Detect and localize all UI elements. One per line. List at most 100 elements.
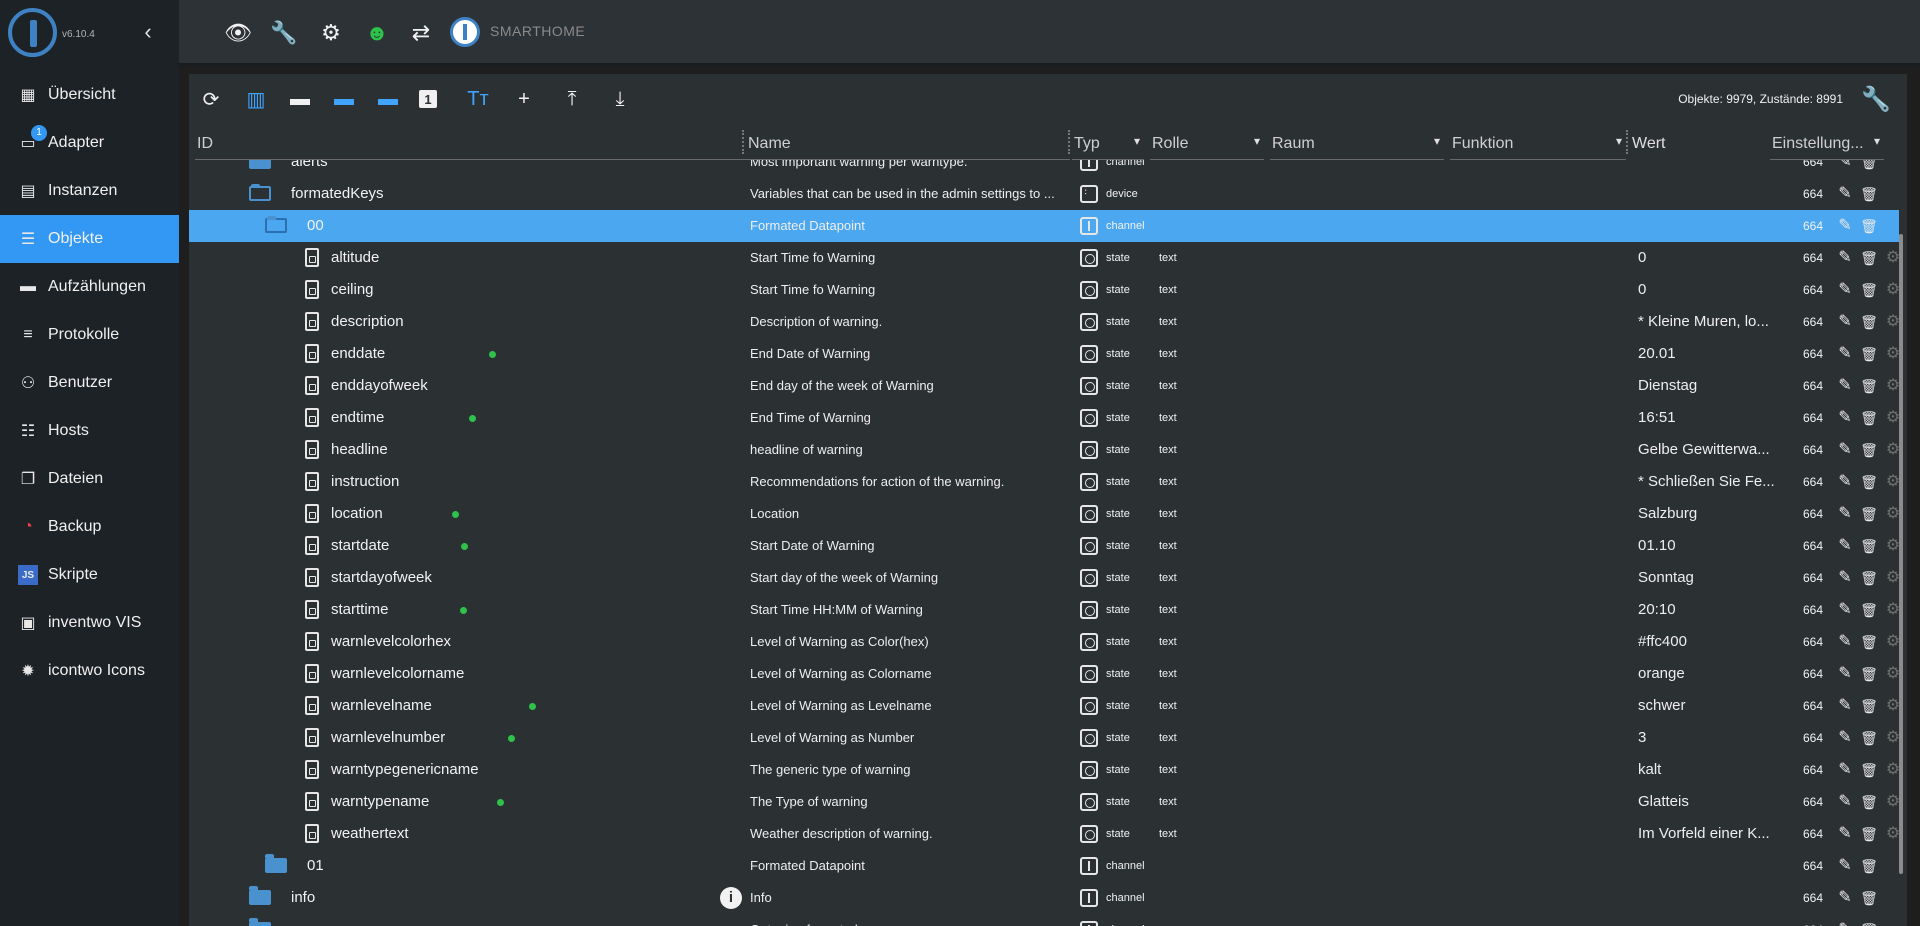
- edit-icon[interactable]: ✎: [1836, 569, 1854, 587]
- edit-icon[interactable]: ✎: [1836, 761, 1854, 779]
- sidebar-item-adapter[interactable]: ▭ Adapter 1: [0, 119, 179, 167]
- tree-row[interactable]: alerts Most important warning per warntyp…: [189, 160, 1899, 178]
- add-icon[interactable]: +: [511, 86, 537, 112]
- edit-icon[interactable]: ✎: [1836, 505, 1854, 523]
- sidebar-item-icontwo-icons[interactable]: ✹ icontwo Icons: [0, 647, 179, 695]
- delete-icon[interactable]: 🗑: [1860, 409, 1878, 427]
- delete-icon[interactable]: 🗑: [1860, 825, 1878, 843]
- state-file-icon[interactable]: [305, 728, 319, 747]
- edit-icon[interactable]: ✎: [1836, 601, 1854, 619]
- tree-row[interactable]: messages Outgoing formated messages channe…: [189, 914, 1899, 926]
- folder-icon[interactable]: [249, 160, 271, 169]
- object-value[interactable]: Gelbe Gewitterwa...: [1638, 434, 1798, 466]
- object-value[interactable]: [1638, 850, 1798, 882]
- sidebar-item-aufzählungen[interactable]: ▬ Aufzählungen: [0, 263, 179, 311]
- delete-icon[interactable]: 🗑: [1860, 921, 1878, 926]
- folder-icon[interactable]: [249, 886, 271, 905]
- edit-icon[interactable]: ✎: [1836, 665, 1854, 683]
- state-file-icon[interactable]: [305, 664, 319, 683]
- tree-row[interactable]: warnlevelnumber Level of Warning as Numbe…: [189, 722, 1900, 754]
- state-file-icon[interactable]: [305, 696, 319, 715]
- state-file-icon[interactable]: [305, 312, 319, 331]
- tree-row[interactable]: enddayofweek End day of the week of Warni…: [189, 370, 1900, 402]
- column-type-filter[interactable]: Typ: [1072, 124, 1144, 160]
- download-icon[interactable]: ⤓: [607, 86, 633, 112]
- tree-row[interactable]: warnlevelname Level of Warning as Levelna…: [189, 690, 1900, 722]
- delete-icon[interactable]: 🗑: [1860, 633, 1878, 651]
- delete-icon[interactable]: 🗑: [1860, 217, 1878, 235]
- object-value[interactable]: Sonntag: [1638, 562, 1798, 594]
- edit-icon[interactable]: ✎: [1836, 345, 1854, 363]
- info-icon[interactable]: i: [720, 887, 742, 909]
- edit-icon[interactable]: ✎: [1836, 217, 1854, 235]
- state-file-icon[interactable]: [305, 792, 319, 811]
- tree-row[interactable]: enddate End Date of Warning state text 20.01…: [189, 338, 1900, 370]
- object-value[interactable]: [1638, 882, 1798, 914]
- delete-icon[interactable]: 🗑: [1860, 377, 1878, 395]
- object-value[interactable]: 20:10: [1638, 594, 1798, 626]
- object-value[interactable]: * Schließen Sie Fe...: [1638, 466, 1798, 498]
- folder-open-icon[interactable]: ▬: [331, 86, 357, 112]
- tree-row[interactable]: endtime End Time of Warning state text 16:51…: [189, 402, 1900, 434]
- edit-icon[interactable]: ✎: [1836, 281, 1854, 299]
- edit-icon[interactable]: ✎: [1836, 537, 1854, 555]
- object-value[interactable]: Glatteis: [1638, 786, 1798, 818]
- tree-row[interactable]: info i Info channel 664 ✎ 🗑: [189, 882, 1899, 914]
- delete-icon[interactable]: 🗑: [1860, 345, 1878, 363]
- wrench-icon[interactable]: 🔧: [270, 20, 297, 46]
- edit-icon[interactable]: ✎: [1836, 473, 1854, 491]
- state-file-icon[interactable]: [305, 280, 319, 299]
- state-file-icon[interactable]: [305, 760, 319, 779]
- tree-row[interactable]: startdate Start Date of Warning state text 0…: [189, 530, 1900, 562]
- delete-icon[interactable]: 🗑: [1860, 441, 1878, 459]
- delete-icon[interactable]: 🗑: [1860, 601, 1878, 619]
- delete-icon[interactable]: 🗑: [1860, 313, 1878, 331]
- sidebar-item-dateien[interactable]: ❐ Dateien: [0, 455, 179, 503]
- delete-icon[interactable]: 🗑: [1860, 729, 1878, 747]
- object-value[interactable]: [1638, 160, 1798, 178]
- sidebar-item-inventwo-vis[interactable]: ▣ inventwo VIS: [0, 599, 179, 647]
- object-value[interactable]: 0: [1638, 274, 1798, 306]
- object-value[interactable]: 0: [1638, 242, 1798, 274]
- object-value[interactable]: Salzburg: [1638, 498, 1798, 530]
- collapse-sidebar-icon[interactable]: ‹: [137, 21, 159, 44]
- delete-icon[interactable]: 🗑: [1860, 761, 1878, 779]
- delete-icon[interactable]: 🗑: [1860, 857, 1878, 875]
- edit-icon[interactable]: ✎: [1836, 729, 1854, 747]
- edit-icon[interactable]: ✎: [1836, 921, 1854, 926]
- state-file-icon[interactable]: [305, 632, 319, 651]
- folder-icon[interactable]: [265, 854, 287, 873]
- delete-icon[interactable]: 🗑: [1860, 889, 1878, 907]
- edit-icon[interactable]: ✎: [1836, 409, 1854, 427]
- tree-row[interactable]: instruction Recommendations for action of…: [189, 466, 1900, 498]
- tree-row[interactable]: weathertext Weather description of warnin…: [189, 818, 1900, 850]
- column-room-filter[interactable]: Raum: [1270, 124, 1444, 160]
- state-file-icon[interactable]: [305, 376, 319, 395]
- delete-icon[interactable]: 🗑: [1860, 697, 1878, 715]
- edit-icon[interactable]: ✎: [1836, 633, 1854, 651]
- folder-icon[interactable]: [249, 918, 271, 926]
- tree-row[interactable]: formatedKeys Variables that can be used i…: [189, 178, 1899, 210]
- tree-row[interactable]: description Description of warning. state t…: [189, 306, 1900, 338]
- iobroker-logo-icon[interactable]: [8, 8, 57, 57]
- object-value[interactable]: 01.10: [1638, 530, 1798, 562]
- tree-row[interactable]: warnlevelcolorname Level of Warning as Co…: [189, 658, 1900, 690]
- column-name[interactable]: Name: [746, 124, 1070, 160]
- tree-row[interactable]: location Location state text Salzburg 664 ✎ 🗑 ⚙: [189, 498, 1900, 530]
- sidebar-item-übersicht[interactable]: ▦ Übersicht: [0, 71, 179, 119]
- edit-icon[interactable]: ✎: [1836, 825, 1854, 843]
- tree-row[interactable]: warntypename The Type of warning state text…: [189, 786, 1900, 818]
- state-file-icon[interactable]: [305, 568, 319, 587]
- column-resizer[interactable]: [742, 130, 744, 154]
- object-value[interactable]: kalt: [1638, 754, 1798, 786]
- settings-wrench-icon[interactable]: 🔧: [1861, 85, 1891, 114]
- state-file-icon[interactable]: [305, 536, 319, 555]
- delete-icon[interactable]: 🗑: [1860, 160, 1878, 171]
- column-resizer[interactable]: [1626, 130, 1628, 154]
- edit-icon[interactable]: ✎: [1836, 249, 1854, 267]
- edit-icon[interactable]: ✎: [1836, 160, 1854, 171]
- edit-icon[interactable]: ✎: [1836, 697, 1854, 715]
- tree-row[interactable]: altitude Start Time fo Warning state text 0 6…: [189, 242, 1900, 274]
- state-file-icon[interactable]: [305, 824, 319, 843]
- edit-icon[interactable]: ✎: [1836, 185, 1854, 203]
